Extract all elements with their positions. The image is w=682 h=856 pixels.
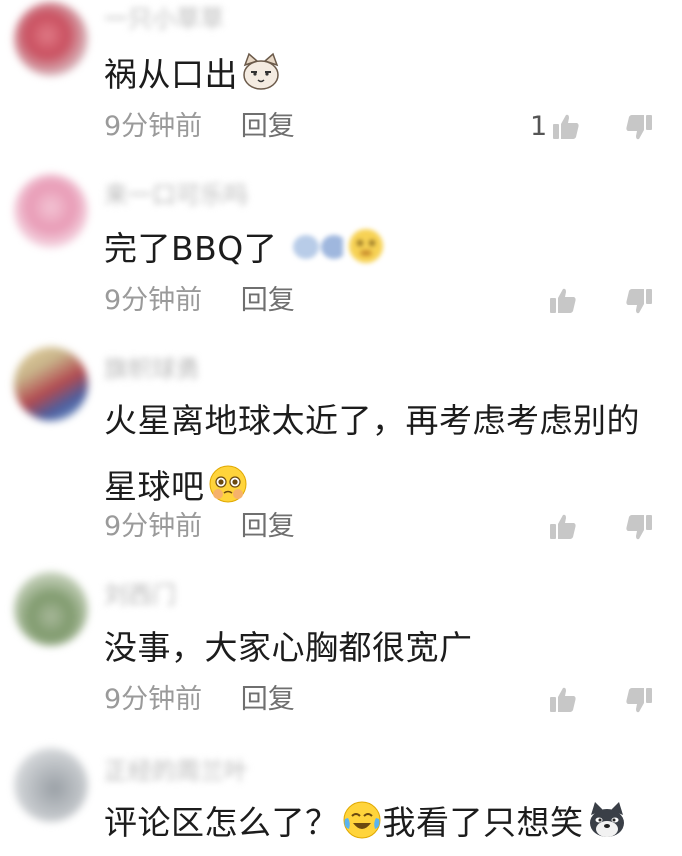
comment-meta: 9分钟前 回复 xyxy=(104,507,295,547)
username[interactable]: 刘西门 xyxy=(104,580,176,610)
thumbs-up-icon xyxy=(548,512,578,542)
avatar[interactable] xyxy=(14,347,88,421)
like-button[interactable]: 1 xyxy=(530,107,581,147)
comment-text-line: 星球吧 xyxy=(104,467,205,506)
reply-button[interactable]: 回复 xyxy=(241,285,295,316)
avatar[interactable] xyxy=(14,572,88,646)
avatar[interactable] xyxy=(14,2,88,76)
like-button[interactable] xyxy=(530,281,578,321)
reply-button[interactable]: 回复 xyxy=(241,111,295,142)
like-button[interactable] xyxy=(530,680,578,720)
thumbs-up-icon xyxy=(551,112,581,142)
comment-text-line: 我看了只想笑 xyxy=(382,803,584,842)
comment-text-line: 完了BBQ了 xyxy=(104,229,278,268)
sun-emoji-icon xyxy=(349,229,384,263)
thumbs-down-icon[interactable] xyxy=(624,512,654,542)
username[interactable]: 一只小草草 xyxy=(104,4,224,34)
comment-text-line: 评论区怎么了？ xyxy=(104,803,339,842)
pleading-face-icon xyxy=(209,465,246,503)
comment-text-line: 祸从口出 xyxy=(104,55,238,94)
tears-of-joy-icon xyxy=(343,801,380,839)
comment-meta: 9分钟前 回复 xyxy=(104,281,295,321)
comment-meta: 9分钟前 回复 xyxy=(104,680,295,720)
thumbs-down-icon[interactable] xyxy=(624,286,654,316)
thumbs-up-icon xyxy=(548,685,578,715)
username[interactable]: 正经的周兰叶 xyxy=(104,756,248,786)
like-button[interactable] xyxy=(530,507,578,547)
blurred-emoji-icon xyxy=(293,235,344,259)
comment-text: 完了BBQ了 xyxy=(104,216,662,282)
timestamp: 9分钟前 xyxy=(104,511,203,542)
thumbs-up-icon xyxy=(548,286,578,316)
comment-text-line: 没事，大家心胸都很宽广 xyxy=(104,628,473,667)
comment-text: 没事，大家心胸都很宽广 xyxy=(104,615,662,681)
thumbs-down-icon[interactable] xyxy=(624,112,654,142)
avatar[interactable] xyxy=(14,748,88,822)
reply-button[interactable]: 回复 xyxy=(241,511,295,542)
doge-icon xyxy=(589,802,624,837)
comment-text: 祸从口出 xyxy=(104,42,662,108)
timestamp: 9分钟前 xyxy=(104,285,203,316)
username[interactable]: 来一口可乐吗 xyxy=(104,180,248,210)
avatar[interactable] xyxy=(14,174,88,248)
comment-text: 评论区怎么了？ 我看了只想笑 xyxy=(104,790,662,856)
timestamp: 9分钟前 xyxy=(104,111,203,142)
comment-text: 火星离地球太近了，再考虑考虑别的 星球吧 xyxy=(104,388,662,520)
like-count: 1 xyxy=(530,111,548,142)
thumbs-down-icon[interactable] xyxy=(624,685,654,715)
username[interactable]: 旗帜球勇 xyxy=(104,354,200,384)
timestamp: 9分钟前 xyxy=(104,684,203,715)
comment-meta: 9分钟前 回复 xyxy=(104,107,295,147)
reply-button[interactable]: 回复 xyxy=(241,684,295,715)
cat-face-icon xyxy=(243,52,279,90)
comment-text-line: 火星离地球太近了，再考虑考虑别的 xyxy=(104,401,640,440)
